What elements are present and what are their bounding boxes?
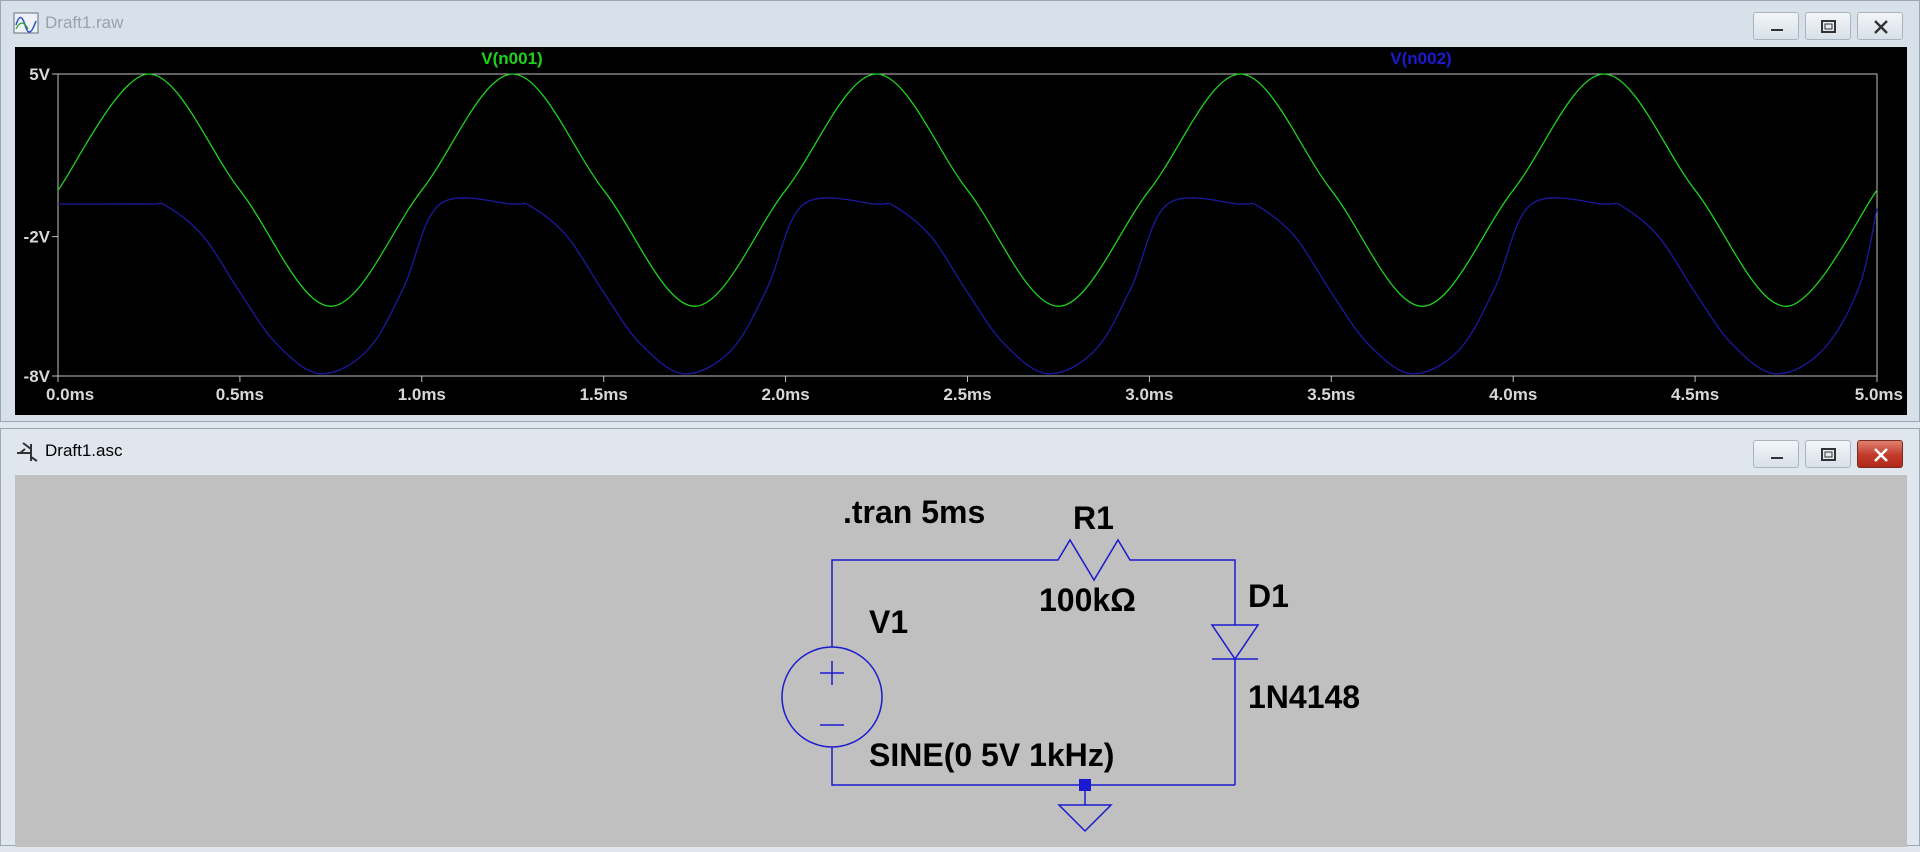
- plot-frame: [57, 73, 1878, 377]
- x-tick-label: 4.5ms: [1671, 385, 1719, 404]
- trace-label-v-n002[interactable]: V(n002): [1390, 49, 1451, 68]
- trace-v-n001[interactable]: [57, 73, 1878, 307]
- minimize-icon: [1771, 29, 1783, 31]
- minimize-icon: [1771, 457, 1783, 459]
- x-tick-label: 0.5ms: [216, 385, 264, 404]
- node-junction[interactable]: [1079, 779, 1091, 791]
- diode-d1[interactable]: [1210, 624, 1260, 683]
- x-axis: 0.0ms 0.5ms 1.0ms 1.5ms 2.0ms 2.5ms 3.0ms 3.5ms…: [46, 376, 1903, 404]
- schematic-app-icon: [17, 442, 38, 462]
- y-axis: 5V -2V -8V: [24, 65, 58, 386]
- restore-icon: [1821, 20, 1836, 33]
- x-tick-label: 1.0ms: [398, 385, 446, 404]
- d1-name[interactable]: D1: [1248, 578, 1289, 614]
- minimize-button[interactable]: [1753, 440, 1799, 468]
- waveform-app-icon: [13, 12, 39, 34]
- voltage-source-v1[interactable]: [781, 646, 883, 748]
- wire-top-right[interactable]: [1142, 559, 1236, 625]
- wire-top-left[interactable]: [831, 559, 1046, 647]
- waveform-chart[interactable]: V(n001) V(n002) 5V -2V -8V 0.0ms 0.5ms 1.0ms…: [15, 47, 1907, 415]
- trace-v-n002[interactable]: [58, 197, 1878, 375]
- maximize-button[interactable]: [1805, 440, 1851, 468]
- x-tick-label: 3.5ms: [1307, 385, 1355, 404]
- close-icon: [1874, 20, 1888, 34]
- schematic-titlebar[interactable]: Draft1.asc: [1, 429, 1919, 473]
- x-tick-label: 5.0ms: [1855, 385, 1903, 404]
- y-tick-label: 5V: [29, 65, 50, 84]
- y-tick-label: -2V: [24, 228, 51, 247]
- tran-directive[interactable]: .tran 5ms: [843, 494, 985, 530]
- resistor-symbol: [1046, 538, 1142, 582]
- traces: [57, 73, 1878, 375]
- minimize-button[interactable]: [1753, 12, 1799, 40]
- x-tick-label: 2.0ms: [761, 385, 809, 404]
- plus-icon: [820, 661, 844, 685]
- schematic-drawing[interactable]: .tran 5ms R1 100kΩ D1 1N4148 V1 SINE(0 5…: [15, 475, 1907, 847]
- restore-icon: [1821, 448, 1836, 461]
- trace-label-v-n001[interactable]: V(n001): [481, 49, 542, 68]
- x-tick-label: 2.5ms: [943, 385, 991, 404]
- waveform-window: Draft1.raw V(n001) V(n002) 5V -2V -8V 0.0m…: [0, 0, 1920, 422]
- schematic-window-title: Draft1.asc: [45, 441, 123, 460]
- ground-icon[interactable]: [1057, 804, 1113, 833]
- waveform-plot-area[interactable]: V(n001) V(n002) 5V -2V -8V 0.0ms 0.5ms 1.0ms…: [15, 47, 1907, 415]
- r1-name[interactable]: R1: [1073, 500, 1114, 536]
- x-tick-label: 1.5ms: [580, 385, 628, 404]
- resistor-r1[interactable]: [1046, 538, 1142, 582]
- y-tick-label: -8V: [24, 367, 51, 386]
- x-tick-label: 4.0ms: [1489, 385, 1537, 404]
- close-icon: [1874, 448, 1888, 462]
- waveform-window-title: Draft1.raw: [45, 13, 124, 32]
- diode-symbol: [1210, 624, 1260, 661]
- r1-value[interactable]: 100kΩ: [1039, 582, 1136, 618]
- d1-value[interactable]: 1N4148: [1248, 679, 1360, 715]
- close-button[interactable]: [1857, 12, 1903, 40]
- v1-value[interactable]: SINE(0 5V 1kHz): [869, 737, 1114, 773]
- close-button[interactable]: [1857, 440, 1903, 468]
- v1-name[interactable]: V1: [869, 604, 908, 640]
- x-tick-label: 0.0ms: [46, 385, 94, 404]
- waveform-titlebar[interactable]: Draft1.raw: [1, 1, 1919, 45]
- schematic-canvas[interactable]: .tran 5ms R1 100kΩ D1 1N4148 V1 SINE(0 5…: [15, 475, 1907, 847]
- x-tick-label: 3.0ms: [1125, 385, 1173, 404]
- maximize-button[interactable]: [1805, 12, 1851, 40]
- schematic-window: Draft1.asc .tran 5ms R1 100kΩ D1 1N4148 …: [0, 428, 1920, 847]
